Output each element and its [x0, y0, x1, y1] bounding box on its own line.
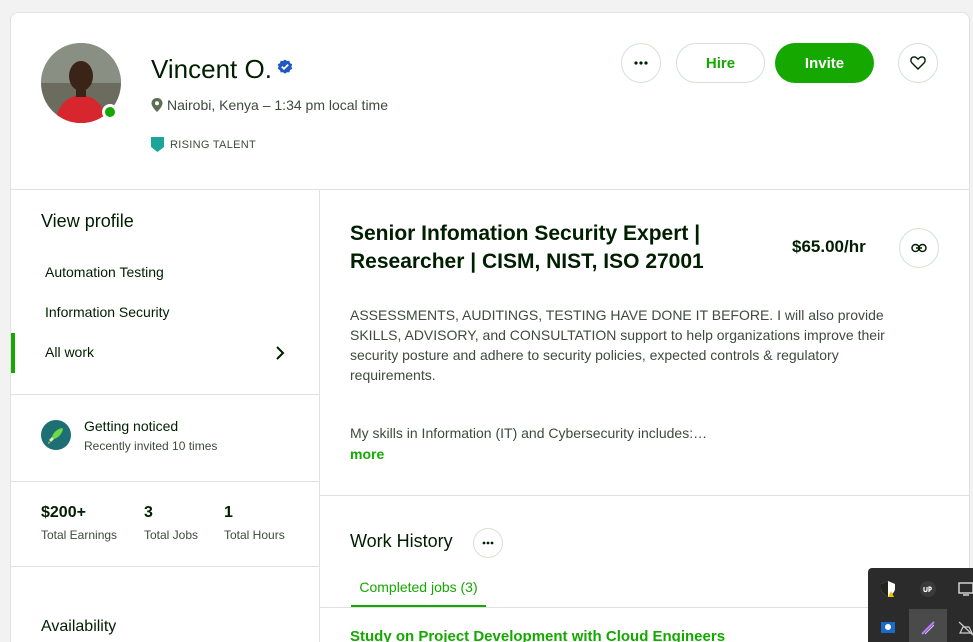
total-hours-label: Total Hours	[224, 528, 285, 542]
invite-button[interactable]: Invite	[775, 43, 874, 83]
copy-link-button[interactable]	[899, 228, 939, 268]
sidebar-divider	[11, 394, 319, 395]
save-favorite-button[interactable]	[898, 43, 938, 83]
view-profile-heading: View profile	[41, 211, 134, 231]
rising-talent-icon	[151, 137, 164, 152]
total-jobs-value: 3	[144, 504, 153, 521]
freelancer-name: Vincent O.	[151, 54, 272, 84]
profile-description: ASSESSMENTS, AUDITINGS, TESTING HAVE DON…	[350, 307, 885, 383]
online-status-dot	[102, 104, 118, 120]
hourly-rate: $65.00/hr	[792, 237, 866, 256]
sidebar-item-information-security[interactable]: Information Security	[45, 304, 170, 320]
link-icon	[911, 243, 927, 253]
job-title-link[interactable]: Study on Project Development with Cloud …	[350, 628, 725, 642]
getting-noticed-subtitle: Recently invited 10 times	[84, 439, 218, 453]
profile-card: Vincent O. Nairobi, Kenya – 1:34 pm loca…	[10, 12, 970, 642]
total-earnings-label: Total Earnings	[41, 528, 118, 542]
sidebar-divider	[11, 566, 319, 567]
header-divider	[11, 189, 969, 190]
getting-noticed-title: Getting noticed	[84, 418, 179, 434]
more-icon	[482, 541, 494, 545]
tab-completed-jobs[interactable]: Completed jobs (3)	[351, 579, 486, 607]
rocket-icon	[41, 420, 71, 450]
heart-icon	[910, 56, 926, 70]
verified-icon	[277, 59, 293, 74]
upwork-icon[interactable]	[918, 579, 938, 599]
sidebar-item-automation-testing[interactable]: Automation Testing	[45, 264, 164, 280]
more-icon	[634, 61, 648, 65]
display-icon[interactable]	[956, 579, 973, 599]
security-shield-icon[interactable]	[878, 579, 898, 599]
work-history-title: Work History	[350, 531, 453, 551]
pen-icon[interactable]	[918, 618, 938, 638]
skills-intro: My skills in Information (IT) and Cybers…	[350, 425, 708, 441]
profile-title: Senior Infomation Security Expert | Rese…	[350, 222, 704, 273]
total-hours-value: 1	[224, 504, 233, 521]
sidebar-divider	[11, 481, 319, 482]
location-pin-icon	[151, 98, 163, 112]
network-icon[interactable]	[956, 618, 973, 638]
work-history-more-button[interactable]	[473, 528, 503, 558]
hire-button[interactable]: Hire	[676, 43, 765, 83]
active-indicator	[11, 333, 15, 373]
location-text: Nairobi, Kenya – 1:34 pm local time	[167, 97, 388, 113]
more-link[interactable]: more	[350, 446, 384, 462]
rising-talent-badge[interactable]: RISING TALENT	[151, 137, 256, 152]
sidebar-item-all-work[interactable]: All work	[45, 344, 94, 360]
availability-heading: Availability	[41, 618, 117, 635]
total-jobs-label: Total Jobs	[144, 528, 199, 542]
location-row: Nairobi, Kenya – 1:34 pm local time	[151, 97, 388, 113]
more-options-button[interactable]	[621, 43, 661, 83]
chevron-right-icon[interactable]	[273, 345, 287, 361]
remote-desktop-icon[interactable]	[878, 618, 898, 638]
total-earnings-value: $200+	[41, 504, 86, 521]
column-divider	[319, 189, 320, 642]
badge-label: RISING TALENT	[170, 138, 257, 151]
section-divider	[320, 495, 969, 496]
